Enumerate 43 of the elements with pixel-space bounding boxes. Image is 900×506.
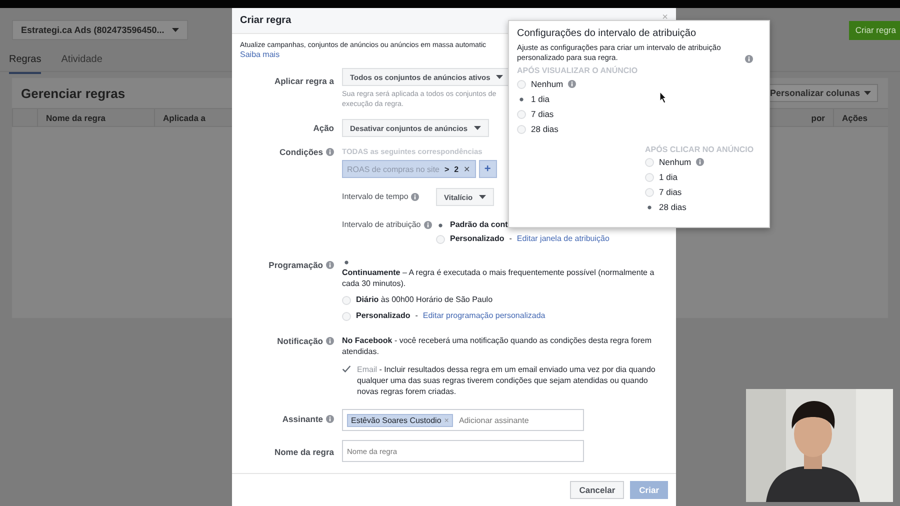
field-label: Nome da regra: [273, 447, 334, 457]
column-header: Ações: [833, 109, 888, 127]
field-label: Intervalo de atribuição: [342, 220, 421, 229]
field-label: Intervalo de tempo: [342, 192, 408, 201]
subscriber-field[interactable]: Estêvão Soares Custodio × Adicionar assinante: [342, 409, 584, 431]
create-rule-button[interactable]: Criar regra: [849, 20, 900, 40]
panel-title: Gerenciar regras: [21, 86, 126, 100]
cancel-button[interactable]: Cancelar: [570, 481, 624, 499]
field-label: Programação: [240, 260, 334, 270]
option-label: 7 dias: [531, 108, 554, 121]
subscriber-tag[interactable]: Estêvão Soares Custodio ×: [347, 414, 453, 426]
tab[interactable]: Regras: [9, 52, 42, 74]
account-selector[interactable]: Estrategi.ca Ads (802473596450...: [12, 20, 188, 40]
tab[interactable]: Atividade: [61, 52, 102, 74]
option-text: Continuamente – A regra é executada o mais frequentemente possível (normalmente a cada 30 minutos).: [342, 267, 656, 289]
popover-title: Configurações do intervalo de atribuição: [517, 28, 697, 39]
field-label: Aplicar regra a: [273, 76, 334, 86]
option-label: Nenhum: [659, 156, 692, 169]
field-label: Notificação: [240, 336, 334, 346]
option-label: 1 dia: [531, 93, 550, 106]
edit-schedule-link[interactable]: Editar programação personalizada: [422, 308, 546, 324]
field-label: Assinante: [240, 414, 334, 424]
option-label: Padrão da cont: [450, 219, 508, 231]
option-label: Personalizado: [450, 233, 504, 245]
field-label: Condições: [240, 147, 334, 157]
column-header: Nome da regra: [37, 109, 154, 127]
option-label: Personalizado: [356, 310, 410, 322]
learn-more-link[interactable]: Saiba mais: [240, 50, 280, 59]
section-heading: APÓS VISUALIZAR O ANÚNCIO: [517, 66, 639, 75]
separator: -: [415, 310, 418, 322]
edit-attribution-link[interactable]: Editar janela de atribuição: [516, 232, 610, 246]
add-condition-button[interactable]: +: [478, 160, 497, 178]
option-text: Diário às 00h00 Horário de São Paulo: [356, 294, 493, 306]
separator: -: [509, 233, 512, 245]
email-option-text: Email - Incluir resultados dessa regra em um email enviado uma vez por dia quando qualquer uma das suas regras tiverem condições que sejam atendidas ou quando novas regras forem criadas.: [357, 364, 656, 397]
dialog-title: Criar regra: [240, 15, 292, 26]
section-heading: APÓS CLICAR NO ANÚNCIO: [645, 145, 755, 154]
notification-text: No Facebook - você receberá uma notificação quando as condições desta regra forem atendidas.: [342, 335, 652, 357]
option-label: 7 dias: [659, 186, 682, 199]
option-label: 28 dias: [659, 201, 686, 214]
option-label: Nenhum: [531, 78, 564, 91]
condition-chip[interactable]: ROAS de compras no site > 2 ✕: [342, 160, 476, 178]
option-label: 1 dia: [659, 171, 678, 184]
